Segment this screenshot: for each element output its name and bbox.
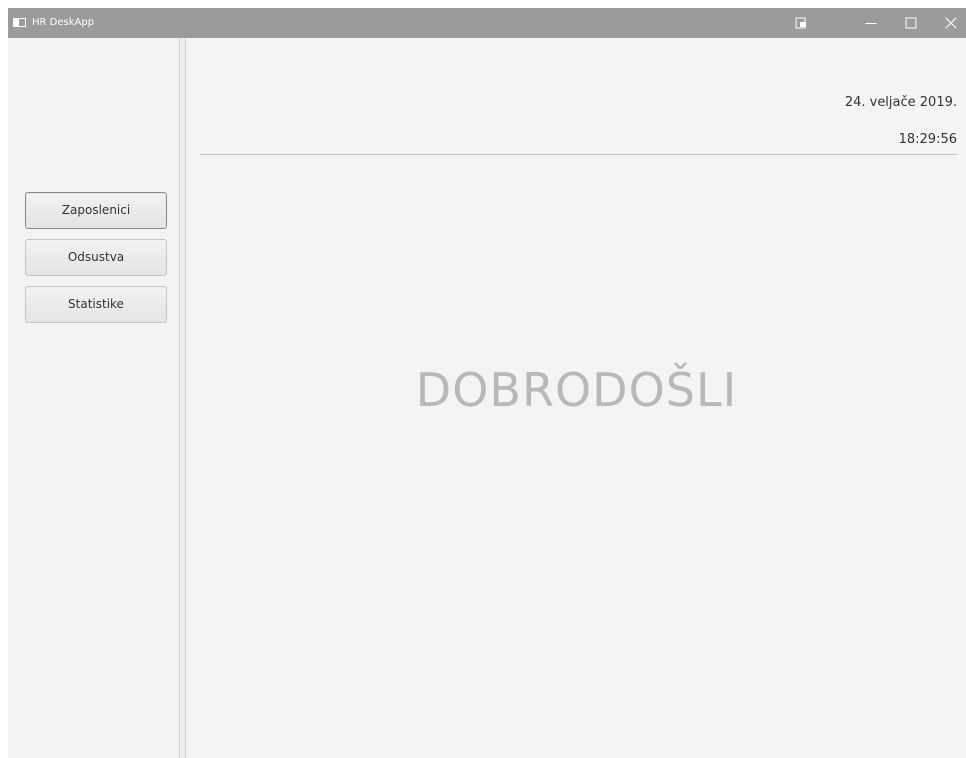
- app-window: HR DeskApp Zaposlenici Odsustva Statisti…: [8, 8, 966, 758]
- maximize-icon: [905, 17, 917, 29]
- sidebar-item-zaposlenici[interactable]: Zaposlenici: [25, 192, 167, 229]
- window-title: HR DeskApp: [32, 17, 95, 28]
- sidebar: Zaposlenici Odsustva Statistike: [8, 38, 179, 758]
- welcome-heading: DOBRODOŠLI: [415, 363, 738, 417]
- close-button[interactable]: [928, 8, 966, 38]
- current-time: 18:29:56: [898, 132, 957, 147]
- app-window-icon: [13, 18, 26, 27]
- snap-layout-button[interactable]: [778, 8, 824, 38]
- sidebar-item-statistike[interactable]: Statistike: [25, 286, 167, 323]
- split-pane-divider[interactable]: [179, 38, 186, 758]
- title-bar[interactable]: HR DeskApp: [8, 8, 966, 38]
- main-content: 24. veljače 2019. 18:29:56 DOBRODOŠLI: [187, 38, 966, 758]
- minimize-icon: [865, 23, 877, 24]
- current-date: 24. veljače 2019.: [844, 95, 957, 110]
- snap-layout-icon: [795, 17, 806, 29]
- header-divider: [200, 154, 957, 155]
- close-icon: [945, 17, 957, 29]
- sidebar-item-odsustva[interactable]: Odsustva: [25, 239, 167, 276]
